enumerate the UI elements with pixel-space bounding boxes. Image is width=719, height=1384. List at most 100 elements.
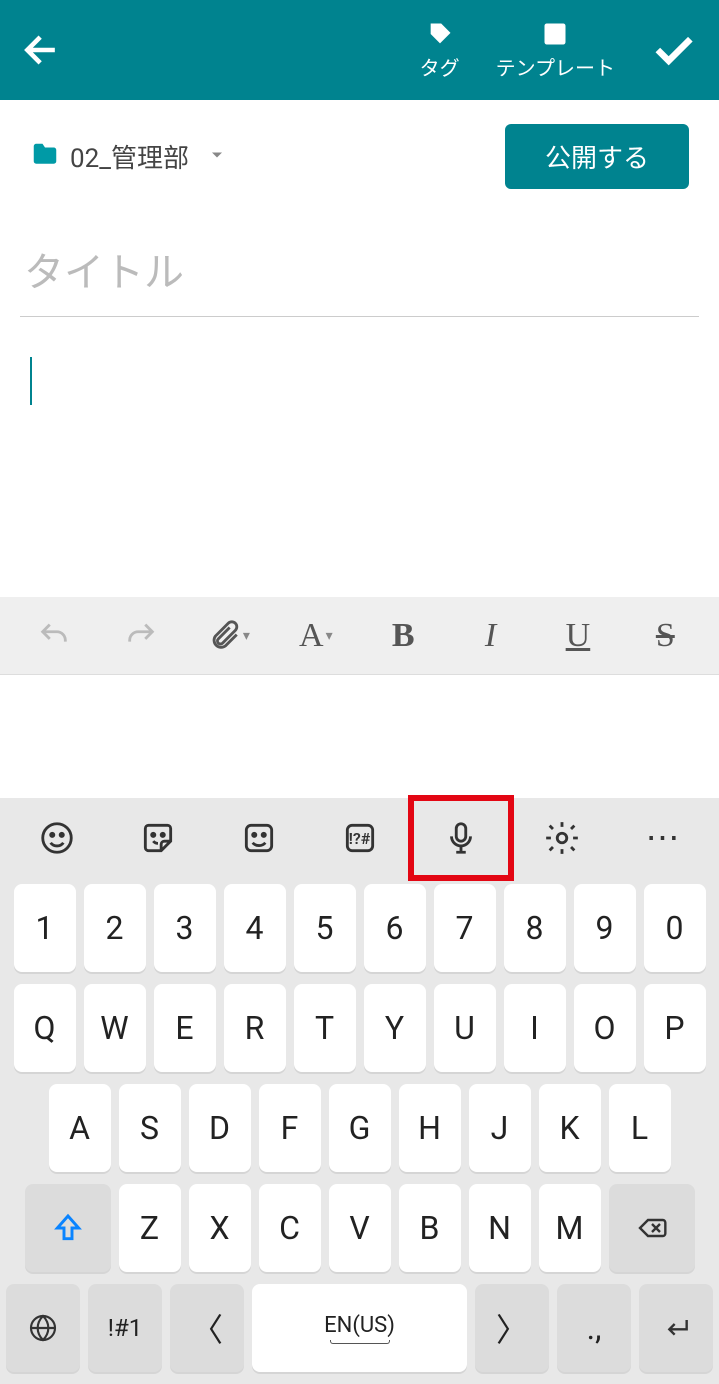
- key-m[interactable]: M: [539, 1184, 601, 1272]
- underline-icon: U: [566, 617, 591, 655]
- space-label: EN(US): [324, 1313, 395, 1338]
- square-smile-icon: [240, 819, 278, 857]
- chevron-left-icon: 〈: [191, 1305, 223, 1351]
- key-backspace[interactable]: [609, 1184, 695, 1272]
- shift-icon: [52, 1212, 84, 1244]
- note-body[interactable]: [0, 317, 719, 597]
- key-a[interactable]: A: [49, 1084, 111, 1172]
- tag-button[interactable]: タグ: [402, 20, 478, 81]
- key-o[interactable]: O: [574, 984, 636, 1072]
- template-icon: [541, 20, 569, 48]
- bold-button[interactable]: B: [368, 606, 438, 666]
- italic-button[interactable]: I: [456, 606, 526, 666]
- title-input[interactable]: [20, 239, 699, 317]
- key-n[interactable]: N: [469, 1184, 531, 1272]
- more-button[interactable]: ⋯: [618, 803, 708, 873]
- key-c[interactable]: C: [259, 1184, 321, 1272]
- key-language[interactable]: [6, 1284, 80, 1372]
- attach-button[interactable]: ▾: [193, 606, 263, 666]
- keyboard-settings-button[interactable]: [517, 803, 607, 873]
- virtual-keyboard: !?# ⋯ 1 2 3 4 5 6 7 8 9 0 Q W E: [0, 798, 719, 1384]
- undo-button[interactable]: [19, 606, 89, 666]
- key-k[interactable]: K: [539, 1084, 601, 1172]
- tag-icon: [426, 20, 454, 48]
- font-button[interactable]: A ▾: [281, 606, 351, 666]
- smile-icon: [38, 819, 76, 857]
- key-i[interactable]: I: [504, 984, 566, 1072]
- text-cursor: [30, 357, 32, 405]
- key-space[interactable]: EN(US): [252, 1284, 467, 1372]
- space-bar-icon: [330, 1340, 390, 1344]
- emoji-button[interactable]: [12, 803, 102, 873]
- italic-icon: I: [485, 617, 496, 655]
- key-row-a: A S D F G H J K L: [6, 1084, 713, 1172]
- key-h[interactable]: H: [399, 1084, 461, 1172]
- template-button[interactable]: テンプレート: [478, 20, 633, 81]
- key-z[interactable]: Z: [119, 1184, 181, 1272]
- bold-icon: B: [392, 617, 415, 655]
- arrow-left-icon: [20, 28, 64, 72]
- undo-icon: [37, 619, 71, 653]
- key-u[interactable]: U: [434, 984, 496, 1072]
- microphone-icon: [442, 819, 480, 857]
- key-f[interactable]: F: [259, 1084, 321, 1172]
- key-enter[interactable]: [639, 1284, 713, 1372]
- key-s[interactable]: S: [119, 1084, 181, 1172]
- key-4[interactable]: 4: [224, 884, 286, 972]
- key-symbols[interactable]: !#1: [88, 1284, 162, 1372]
- key-g[interactable]: G: [329, 1084, 391, 1172]
- key-7[interactable]: 7: [434, 884, 496, 972]
- tag-label: タグ: [420, 52, 460, 81]
- kaomoji-button[interactable]: [214, 803, 304, 873]
- key-3[interactable]: 3: [154, 884, 216, 972]
- key-q[interactable]: Q: [14, 984, 76, 1072]
- key-b[interactable]: B: [399, 1184, 461, 1272]
- key-left[interactable]: 〈: [170, 1284, 244, 1372]
- strike-icon: S: [656, 617, 675, 655]
- key-r[interactable]: R: [224, 984, 286, 1072]
- key-v[interactable]: V: [329, 1184, 391, 1272]
- confirm-button[interactable]: [647, 24, 699, 76]
- key-p[interactable]: P: [644, 984, 706, 1072]
- template-label: テンプレート: [496, 52, 615, 81]
- key-t[interactable]: T: [294, 984, 356, 1072]
- key-row-bottom: !#1 〈 EN(US) 〉 .,: [6, 1284, 713, 1372]
- underline-button[interactable]: U: [543, 606, 613, 666]
- symbols-button[interactable]: !?#: [315, 803, 405, 873]
- key-5[interactable]: 5: [294, 884, 356, 972]
- key-0[interactable]: 0: [644, 884, 706, 972]
- key-punct[interactable]: .,: [557, 1284, 631, 1372]
- key-e[interactable]: E: [154, 984, 216, 1072]
- key-right[interactable]: 〉: [475, 1284, 549, 1372]
- back-button[interactable]: [20, 28, 64, 72]
- hash-label: !?#: [349, 829, 371, 848]
- key-9[interactable]: 9: [574, 884, 636, 972]
- key-shift[interactable]: [25, 1184, 111, 1272]
- key-w[interactable]: W: [84, 984, 146, 1072]
- strike-button[interactable]: S: [630, 606, 700, 666]
- folder-dropdown[interactable]: [207, 145, 227, 169]
- key-row-numbers: 1 2 3 4 5 6 7 8 9 0: [6, 884, 713, 972]
- key-d[interactable]: D: [189, 1084, 251, 1172]
- key-l[interactable]: L: [609, 1084, 671, 1172]
- chevron-down-icon: ▾: [326, 628, 333, 644]
- key-6[interactable]: 6: [364, 884, 426, 972]
- key-y[interactable]: Y: [364, 984, 426, 1072]
- key-8[interactable]: 8: [504, 884, 566, 972]
- voice-input-button[interactable]: [416, 803, 506, 873]
- key-1[interactable]: 1: [14, 884, 76, 972]
- key-2[interactable]: 2: [84, 884, 146, 972]
- sticker-icon: [139, 819, 177, 857]
- paperclip-icon: [207, 619, 241, 653]
- key-x[interactable]: X: [189, 1184, 251, 1272]
- chevron-down-icon: [207, 145, 227, 165]
- format-toolbar: ▾ A ▾ B I U S: [0, 597, 719, 675]
- publish-button[interactable]: 公開する: [505, 124, 689, 189]
- sticker-button[interactable]: [113, 803, 203, 873]
- folder-name[interactable]: 02_管理部: [70, 138, 189, 175]
- globe-icon: [27, 1312, 59, 1344]
- font-a-icon: A: [299, 617, 324, 655]
- redo-button[interactable]: [106, 606, 176, 666]
- dots-icon: ⋯: [646, 818, 680, 858]
- key-j[interactable]: J: [469, 1084, 531, 1172]
